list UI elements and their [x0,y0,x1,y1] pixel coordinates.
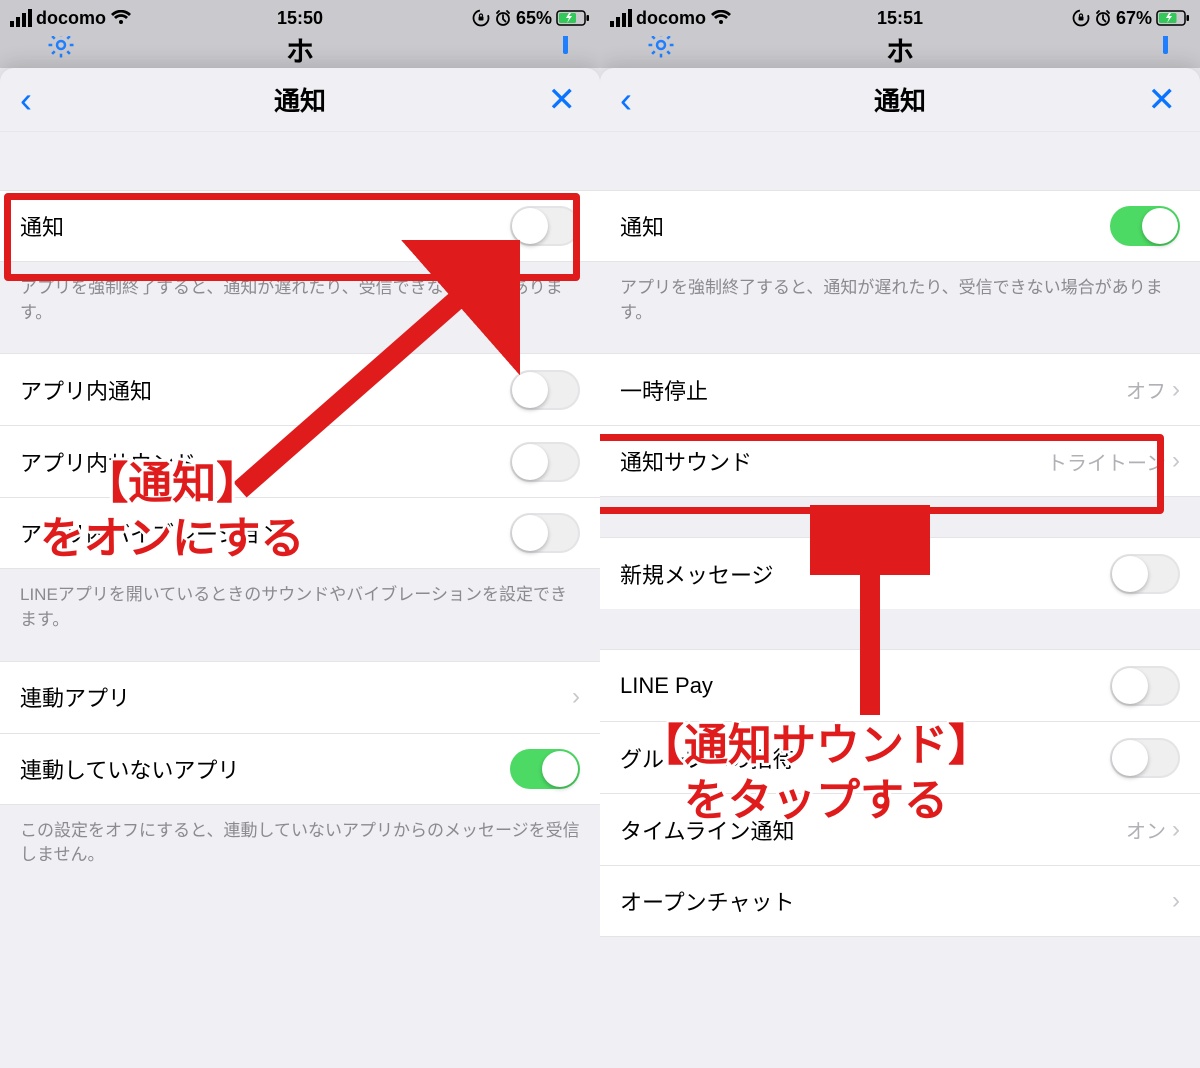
cell-notification-sound[interactable]: 通知サウンド トライトーン › [600,425,1200,497]
chevron-right-icon: › [572,683,580,711]
group-invite-toggle[interactable] [1110,738,1180,778]
underlying-right-indicator [563,36,568,54]
cell-label: 一時停止 [620,374,1126,406]
underlying-app-peek: ホ [600,36,1200,68]
right-screenshot: docomo 15:51 67% ホ ‹ 通知 ✕ 通知 アプリを強制終了すると… [600,0,1200,1068]
carrier-label: docomo [636,8,706,29]
cell-unlinked-apps[interactable]: 連動していないアプリ [0,733,600,805]
inapp-sound-toggle[interactable] [510,442,580,482]
battery-percent: 67% [1116,8,1152,29]
cell-label: 通知 [20,210,510,242]
signal-icon [610,9,632,27]
sheet-title: 通知 [874,81,926,118]
cell-open-chat[interactable]: オープンチャット › [600,865,1200,937]
annotation-right: 【通知サウンド】 をタップする [640,718,992,828]
underlying-title: ホ [286,36,314,68]
arrow-right [810,505,930,725]
alarm-icon [1094,9,1112,27]
cell-value: オフ [1126,375,1166,404]
sheet-title: 通知 [274,81,326,118]
rotation-lock-icon [472,9,490,27]
caption-unlinked: この設定をオフにすると、連動していないアプリからのメッセージを受信しません。 [0,805,600,896]
cell-label: 通知 [620,210,1110,242]
gear-icon [646,36,676,68]
wifi-icon [710,10,732,26]
cell-label: 通知サウンド [620,445,1047,477]
underlying-app-peek: ホ [0,36,600,68]
close-button[interactable]: ✕ [548,80,577,120]
caption-inapp: LINEアプリを開いているときのサウンドやバイブレーションを設定できます。 [0,569,600,660]
carrier-label: docomo [36,8,106,29]
status-bar: docomo 15:51 67% [600,0,1200,36]
cell-label: オープンチャット [620,885,1172,917]
battery-percent: 65% [516,8,552,29]
underlying-title: ホ [886,36,914,68]
underlying-right-indicator [1163,36,1168,54]
cell-linked-apps[interactable]: 連動アプリ › [0,661,600,733]
cell-value: トライトーン [1047,447,1166,476]
caption-force-quit: アプリを強制終了すると、通知が遅れたり、受信できない場合があります。 [600,262,1200,353]
close-button[interactable]: ✕ [1148,80,1177,120]
gear-icon [46,36,76,68]
linepay-toggle[interactable] [1110,666,1180,706]
cell-label: 連動アプリ [20,681,572,713]
battery-icon [556,10,590,26]
sheet-header: ‹ 通知 ✕ [600,68,1200,132]
status-time: 15:51 [877,8,923,29]
battery-icon [1156,10,1190,26]
back-button[interactable]: ‹ [20,82,32,118]
back-button[interactable]: ‹ [620,82,632,118]
chevron-right-icon: › [1172,816,1180,844]
cell-notification[interactable]: 通知 [600,190,1200,262]
chevron-right-icon: › [1172,447,1180,475]
sheet-header: ‹ 通知 ✕ [0,68,600,132]
inapp-vibe-toggle[interactable] [510,513,580,553]
new-message-toggle[interactable] [1110,554,1180,594]
rotation-lock-icon [1072,9,1090,27]
left-screenshot: docomo 15:50 65% ホ ‹ 通知 ✕ 通知 アプリを強制終了すると… [0,0,600,1068]
cell-label: 連動していないアプリ [20,753,510,785]
inapp-notify-toggle[interactable] [510,370,580,410]
status-time: 15:50 [277,8,323,29]
annotation-left: 【通知】 をオンにする [40,456,304,566]
status-bar: docomo 15:50 65% [0,0,600,36]
cell-pause[interactable]: 一時停止 オフ › [600,353,1200,425]
notification-toggle[interactable] [510,206,580,246]
signal-icon [10,9,32,27]
alarm-icon [494,9,512,27]
chevron-right-icon: › [1172,887,1180,915]
notification-toggle[interactable] [1110,206,1180,246]
chevron-right-icon: › [1172,376,1180,404]
unlinked-apps-toggle[interactable] [510,749,580,789]
cell-value: オン [1126,815,1166,844]
wifi-icon [110,10,132,26]
settings-sheet: ‹ 通知 ✕ 通知 アプリを強制終了すると、通知が遅れたり、受信できない場合があ… [0,68,600,1068]
